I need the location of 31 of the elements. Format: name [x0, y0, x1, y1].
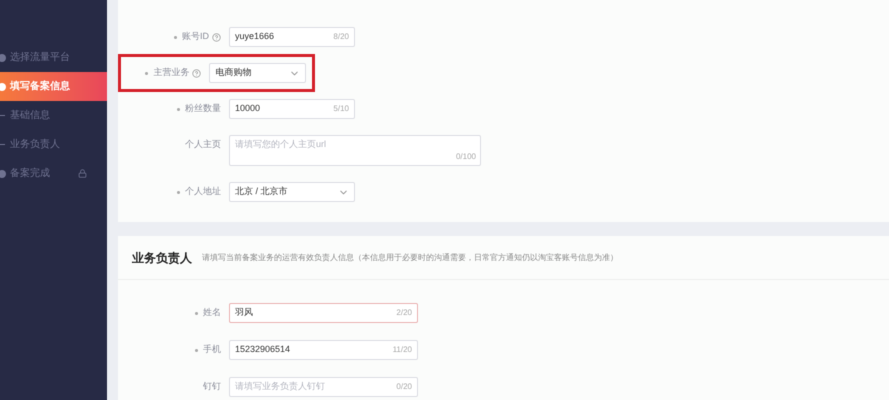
- dash-icon: [0, 115, 5, 116]
- section-description: 请填写当前备案业务的运营有效负责人信息（本信息用于必要时的沟通需要，日常官方通知仍以淘宝客账号信息为准）: [202, 252, 618, 264]
- sidebar-item[interactable]: 备案完成: [0, 159, 107, 188]
- input-field[interactable]: yuye1666 8/20: [229, 27, 355, 47]
- text-area[interactable]: 请填写您的个人主页url 0/100: [229, 135, 481, 166]
- character-counter: 11/20: [392, 344, 412, 356]
- sidebar-item[interactable]: 基础信息: [0, 101, 107, 130]
- dash-icon: [0, 144, 5, 145]
- character-counter: 0/20: [396, 381, 412, 393]
- section-title: 业务负责人: [132, 250, 192, 266]
- select-field[interactable]: 北京 / 北京市: [229, 182, 355, 202]
- field-label: 个人主页: [185, 138, 221, 152]
- character-counter: 0/100: [456, 151, 476, 163]
- field-label: 钉钉: [203, 380, 221, 394]
- select-field[interactable]: 电商购物: [209, 63, 306, 83]
- sidebar-item[interactable]: 选择流量平台: [0, 43, 107, 72]
- field-label: 主营业务: [153, 66, 190, 80]
- field-label: 个人地址: [185, 185, 221, 198]
- field-label: 手机: [203, 343, 221, 356]
- field-label: 姓名: [203, 306, 221, 320]
- input-field[interactable]: 10000 5/10: [229, 99, 355, 119]
- sidebar-item[interactable]: 业务负责人: [0, 130, 107, 159]
- input-field[interactable]: 羽风 2/20: [229, 303, 418, 323]
- sidebar-item[interactable]: 填写备案信息: [0, 72, 107, 101]
- character-counter: 8/20: [333, 31, 349, 43]
- field-label: 账号ID: [182, 30, 209, 44]
- character-counter: 5/10: [333, 103, 349, 115]
- input-field[interactable]: 15232906514 11/20: [229, 340, 418, 360]
- character-counter: 2/20: [396, 307, 412, 319]
- field-label: 粉丝数量: [185, 102, 221, 116]
- input-field[interactable]: 请填写业务负责人钉钉 0/20: [229, 377, 418, 397]
